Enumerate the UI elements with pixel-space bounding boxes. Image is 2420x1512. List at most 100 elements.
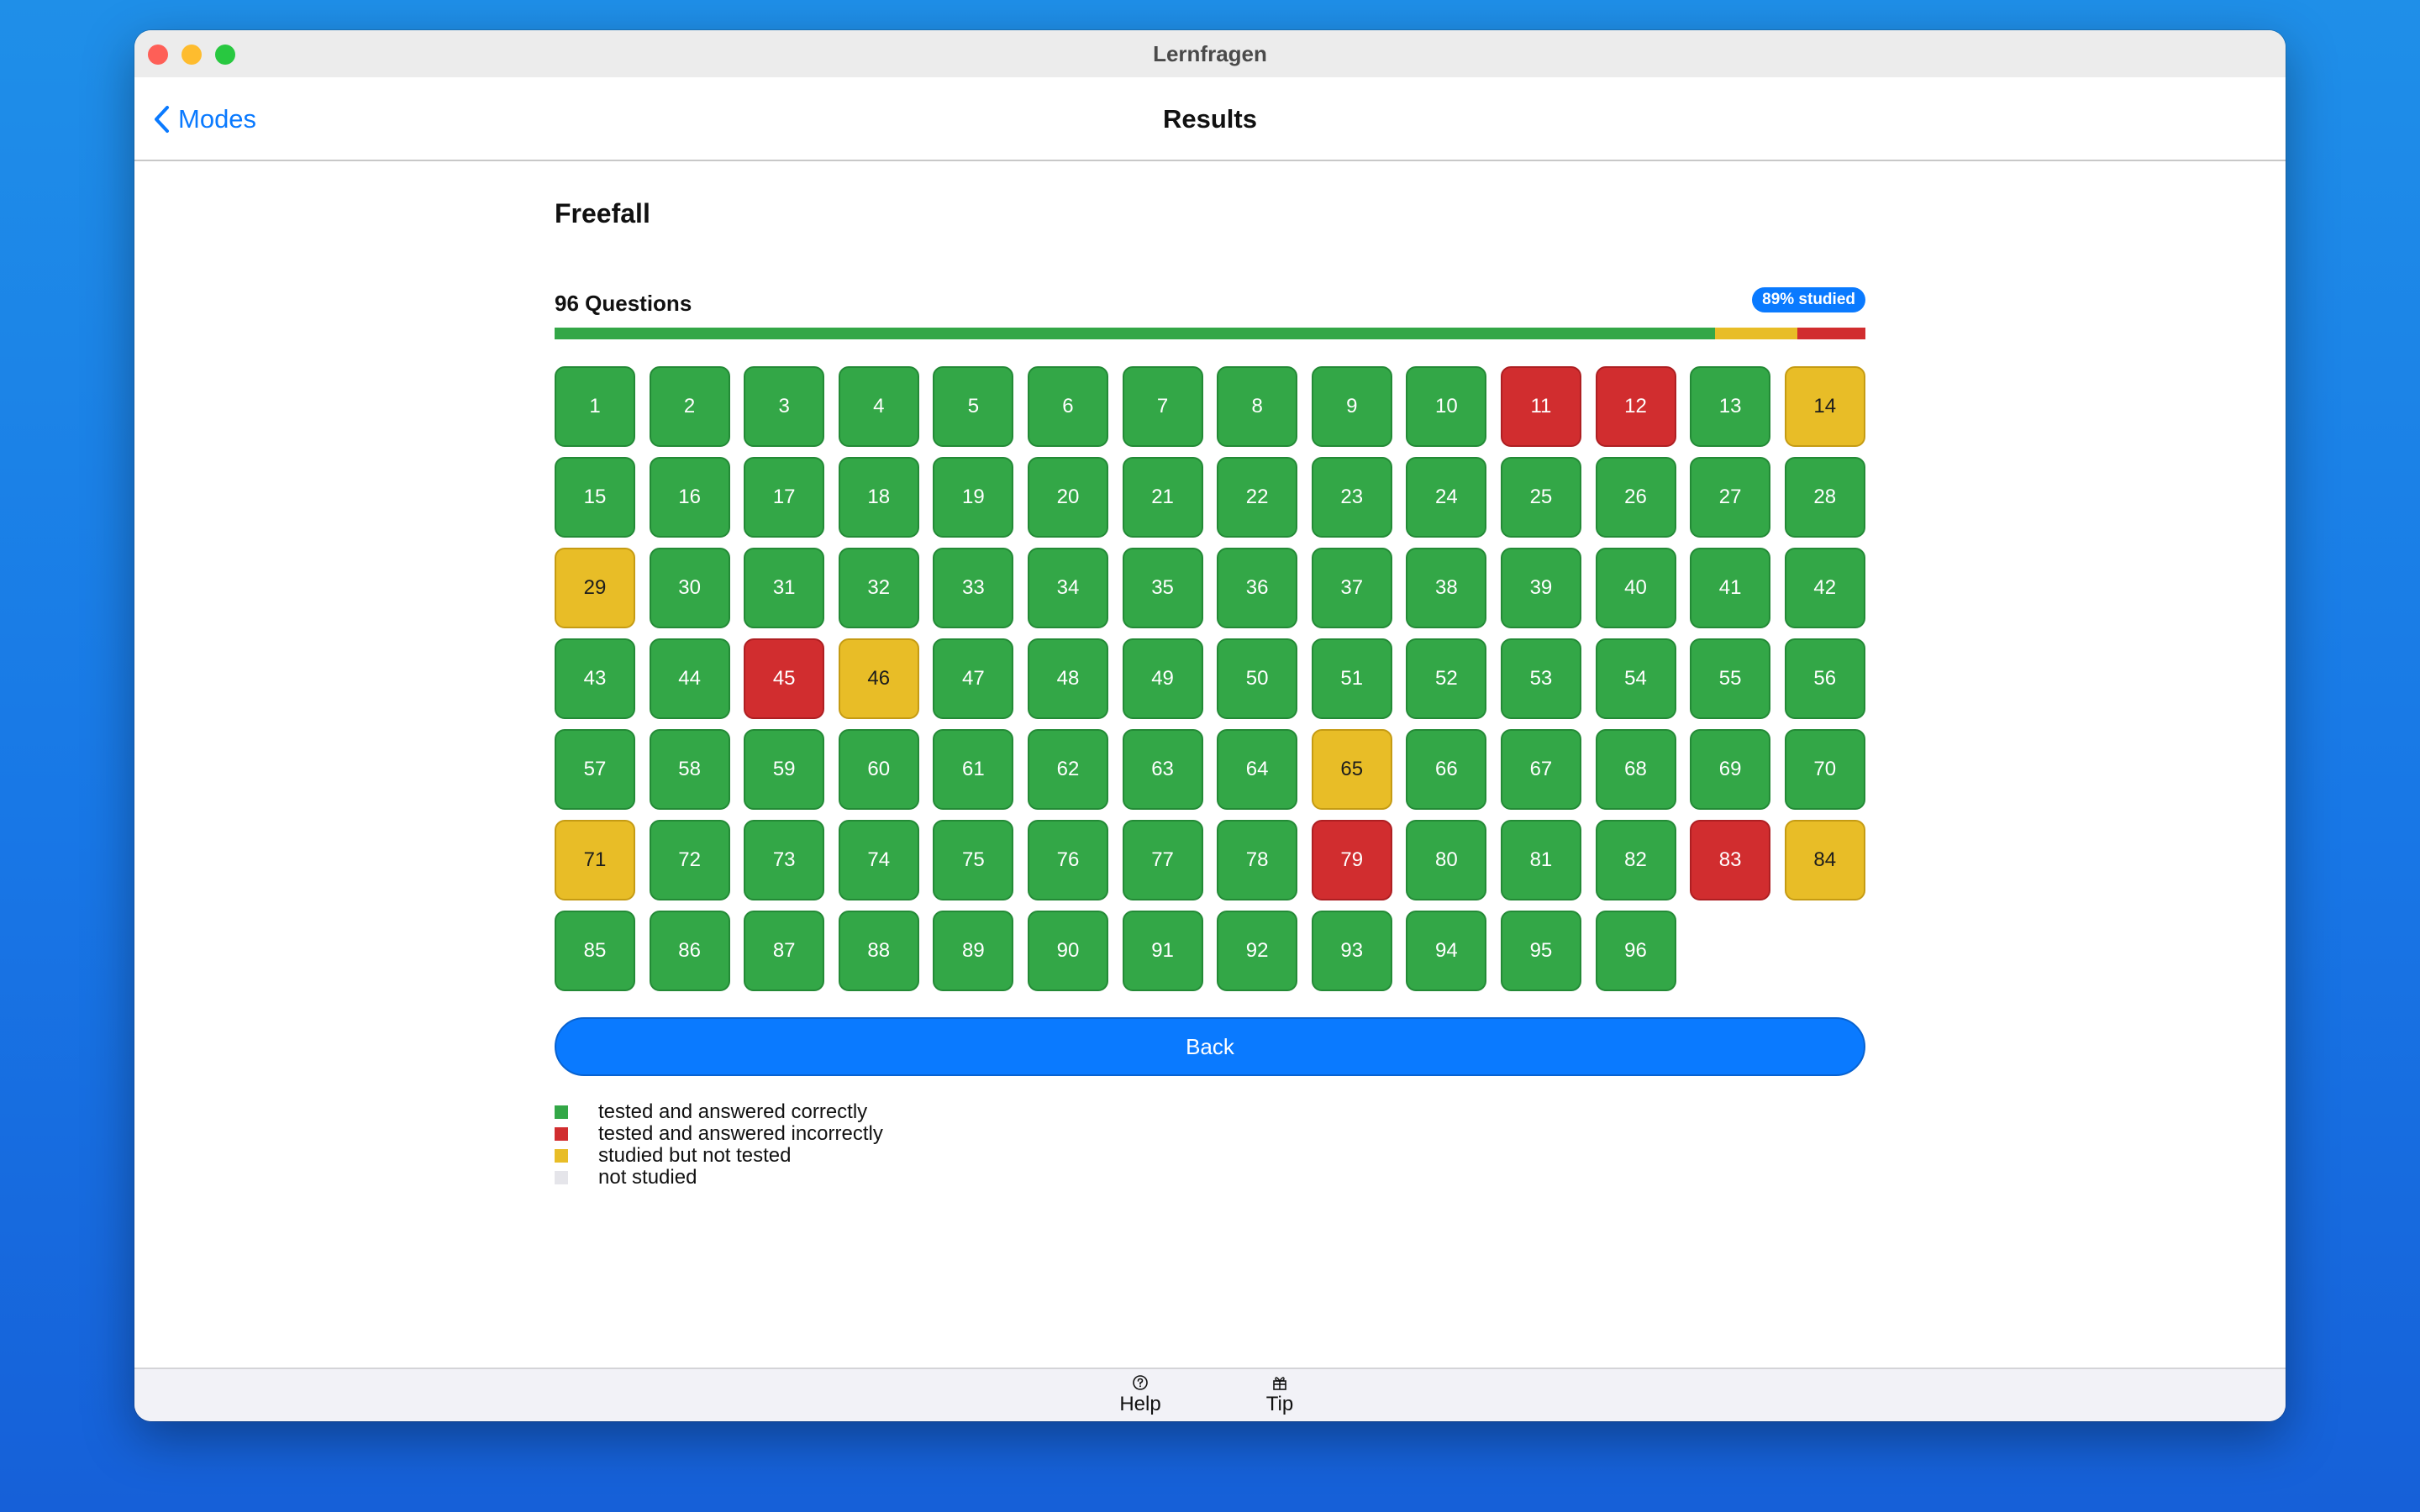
question-tile[interactable]: 55 — [1690, 638, 1771, 719]
question-tile[interactable]: 52 — [1406, 638, 1487, 719]
question-tile[interactable]: 63 — [1122, 729, 1203, 810]
question-tile[interactable]: 60 — [838, 729, 919, 810]
question-tile[interactable]: 61 — [933, 729, 1014, 810]
question-tile[interactable]: 91 — [1122, 911, 1203, 991]
question-tile[interactable]: 28 — [1784, 457, 1865, 538]
question-tile[interactable]: 43 — [555, 638, 635, 719]
help-button[interactable]: Help — [1098, 1374, 1182, 1416]
question-tile[interactable]: 29 — [555, 548, 635, 628]
question-tile[interactable]: 10 — [1406, 366, 1487, 447]
question-tile[interactable]: 9 — [1311, 366, 1392, 447]
question-tile[interactable]: 12 — [1595, 366, 1676, 447]
question-tile[interactable]: 79 — [1311, 820, 1392, 900]
question-tile[interactable]: 35 — [1122, 548, 1203, 628]
question-tile[interactable]: 87 — [744, 911, 825, 991]
question-tile[interactable]: 30 — [649, 548, 730, 628]
question-tile[interactable]: 82 — [1595, 820, 1676, 900]
question-tile[interactable]: 27 — [1690, 457, 1771, 538]
question-tile[interactable]: 38 — [1406, 548, 1487, 628]
question-tile[interactable]: 80 — [1406, 820, 1487, 900]
question-tile[interactable]: 20 — [1027, 457, 1108, 538]
question-tile[interactable]: 71 — [555, 820, 635, 900]
minimize-window-button[interactable] — [182, 45, 202, 65]
question-tile[interactable]: 84 — [1784, 820, 1865, 900]
tip-button[interactable]: Tip — [1238, 1374, 1322, 1416]
question-tile[interactable]: 93 — [1311, 911, 1392, 991]
question-tile[interactable]: 3 — [744, 366, 825, 447]
question-tile[interactable]: 81 — [1500, 820, 1581, 900]
question-tile[interactable]: 49 — [1122, 638, 1203, 719]
question-tile[interactable]: 44 — [649, 638, 730, 719]
question-tile[interactable]: 62 — [1027, 729, 1108, 810]
question-tile[interactable]: 51 — [1311, 638, 1392, 719]
question-tile[interactable]: 72 — [649, 820, 730, 900]
question-tile[interactable]: 4 — [838, 366, 919, 447]
question-tile[interactable]: 64 — [1217, 729, 1298, 810]
question-tile[interactable]: 17 — [744, 457, 825, 538]
question-tile[interactable]: 11 — [1500, 366, 1581, 447]
question-tile[interactable]: 78 — [1217, 820, 1298, 900]
question-tile[interactable]: 70 — [1784, 729, 1865, 810]
question-tile[interactable]: 8 — [1217, 366, 1298, 447]
close-window-button[interactable] — [148, 45, 168, 65]
question-tile[interactable]: 42 — [1784, 548, 1865, 628]
question-tile[interactable]: 94 — [1406, 911, 1487, 991]
question-tile[interactable]: 46 — [838, 638, 919, 719]
question-tile[interactable]: 39 — [1500, 548, 1581, 628]
question-tile[interactable]: 6 — [1027, 366, 1108, 447]
question-tile[interactable]: 90 — [1027, 911, 1108, 991]
question-tile[interactable]: 68 — [1595, 729, 1676, 810]
back-to-modes-button[interactable]: Modes — [153, 101, 256, 138]
question-tile[interactable]: 53 — [1500, 638, 1581, 719]
question-tile[interactable]: 5 — [933, 366, 1014, 447]
question-tile[interactable]: 41 — [1690, 548, 1771, 628]
question-tile[interactable]: 31 — [744, 548, 825, 628]
question-tile[interactable]: 65 — [1311, 729, 1392, 810]
question-tile[interactable]: 21 — [1122, 457, 1203, 538]
question-tile[interactable]: 89 — [933, 911, 1014, 991]
question-tile[interactable]: 7 — [1122, 366, 1203, 447]
question-tile[interactable]: 15 — [555, 457, 635, 538]
question-tile[interactable]: 57 — [555, 729, 635, 810]
question-tile[interactable]: 75 — [933, 820, 1014, 900]
question-tile[interactable]: 56 — [1784, 638, 1865, 719]
question-tile[interactable]: 34 — [1027, 548, 1108, 628]
question-tile[interactable]: 50 — [1217, 638, 1298, 719]
question-tile[interactable]: 76 — [1027, 820, 1108, 900]
question-tile[interactable]: 83 — [1690, 820, 1771, 900]
question-tile[interactable]: 92 — [1217, 911, 1298, 991]
question-tile[interactable]: 25 — [1500, 457, 1581, 538]
question-tile[interactable]: 1 — [555, 366, 635, 447]
question-tile[interactable]: 2 — [649, 366, 730, 447]
question-tile[interactable]: 95 — [1500, 911, 1581, 991]
question-tile[interactable]: 85 — [555, 911, 635, 991]
question-tile[interactable]: 59 — [744, 729, 825, 810]
question-tile[interactable]: 66 — [1406, 729, 1487, 810]
question-tile[interactable]: 13 — [1690, 366, 1771, 447]
question-tile[interactable]: 74 — [838, 820, 919, 900]
question-tile[interactable]: 88 — [838, 911, 919, 991]
question-tile[interactable]: 16 — [649, 457, 730, 538]
question-tile[interactable]: 33 — [933, 548, 1014, 628]
question-tile[interactable]: 22 — [1217, 457, 1298, 538]
question-tile[interactable]: 23 — [1311, 457, 1392, 538]
question-tile[interactable]: 77 — [1122, 820, 1203, 900]
question-tile[interactable]: 58 — [649, 729, 730, 810]
question-tile[interactable]: 32 — [838, 548, 919, 628]
question-tile[interactable]: 18 — [838, 457, 919, 538]
back-button[interactable]: Back — [555, 1017, 1865, 1076]
question-tile[interactable]: 14 — [1784, 366, 1865, 447]
question-tile[interactable]: 40 — [1595, 548, 1676, 628]
question-tile[interactable]: 26 — [1595, 457, 1676, 538]
question-tile[interactable]: 73 — [744, 820, 825, 900]
question-tile[interactable]: 45 — [744, 638, 825, 719]
question-tile[interactable]: 37 — [1311, 548, 1392, 628]
question-tile[interactable]: 86 — [649, 911, 730, 991]
question-tile[interactable]: 36 — [1217, 548, 1298, 628]
question-tile[interactable]: 69 — [1690, 729, 1771, 810]
question-tile[interactable]: 24 — [1406, 457, 1487, 538]
question-tile[interactable]: 54 — [1595, 638, 1676, 719]
question-tile[interactable]: 47 — [933, 638, 1014, 719]
question-tile[interactable]: 19 — [933, 457, 1014, 538]
question-tile[interactable]: 96 — [1595, 911, 1676, 991]
